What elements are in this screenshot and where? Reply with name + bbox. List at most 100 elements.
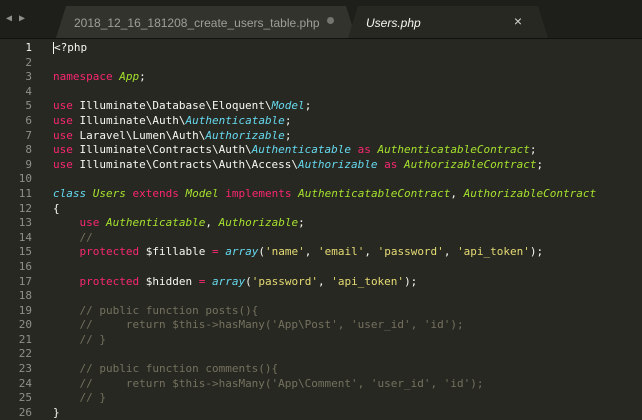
forward-arrow-icon[interactable]: ▶ <box>19 13 25 24</box>
code-token: protected <box>79 245 140 259</box>
code-text: // return $this->hasMany('App\Post', 'us… <box>53 318 464 333</box>
line-number: 10 <box>18 172 32 186</box>
code-token: use <box>53 128 73 142</box>
line-number: 3 <box>25 70 32 84</box>
code-token: as <box>357 143 371 157</box>
tab-users-php[interactable]: Users.php × <box>348 6 548 38</box>
line-number: 25 <box>18 391 32 405</box>
code-line[interactable]: 1 <?php <box>0 41 640 56</box>
line-number: 21 <box>18 332 32 346</box>
line-number: 16 <box>18 259 32 273</box>
code-token: { <box>53 201 60 215</box>
code-line[interactable]: 24 // return $this->hasMany('App\Comment… <box>0 377 640 392</box>
code-line[interactable]: 16 <box>0 260 640 275</box>
code-token: ); <box>404 274 418 288</box>
code-line[interactable]: 13 use Authenticatable, Authorizable; <box>0 216 640 231</box>
close-icon[interactable]: × <box>514 13 522 29</box>
code-token: use <box>53 157 73 171</box>
code-token: namespace <box>53 70 113 84</box>
code-token: , <box>317 274 332 288</box>
code-token: Authenticatable <box>106 216 206 230</box>
code-token: array <box>211 274 246 288</box>
line-number: 9 <box>25 157 32 171</box>
code-token: , <box>443 245 458 259</box>
code-line[interactable]: 21 // } <box>0 333 640 348</box>
code-line[interactable]: 23 // public function comments(){ <box>0 362 640 377</box>
code-text: use Illuminate\Database\Eloquent\Model; <box>53 99 311 114</box>
code-token: Model <box>185 186 219 200</box>
line-number: 11 <box>18 186 32 200</box>
code-line[interactable]: 3 namespace App; <box>0 70 640 85</box>
code-token: $fillable <box>139 245 212 259</box>
code-text: use Laravel\Lumen\Auth\Authorizable; <box>53 129 291 144</box>
tab-label: 2018_12_16_181208_create_users_table.php <box>74 16 320 30</box>
code-line[interactable]: 25 // } <box>0 391 640 406</box>
code-token: , <box>205 216 219 230</box>
code-line[interactable]: 5 use Illuminate\Database\Eloquent\Model; <box>0 99 640 114</box>
tab-create-users-table[interactable]: 2018_12_16_181208_create_users_table.php <box>56 6 356 38</box>
code-line[interactable]: 7 use Laravel\Lumen\Auth\Authorizable; <box>0 129 640 144</box>
code-token: AuthorizableContract <box>463 186 597 200</box>
line-number: 17 <box>18 274 32 288</box>
code-token: } <box>53 405 60 419</box>
code-token: Authenticatable <box>185 113 285 127</box>
code-token: class <box>53 186 87 200</box>
line-number: 15 <box>18 245 32 259</box>
code-line[interactable]: 6 use Illuminate\Auth\Authenticatable; <box>0 114 640 129</box>
line-number: 6 <box>25 113 32 127</box>
code-token: 'email' <box>317 245 365 259</box>
code-line[interactable]: 2 <box>0 56 640 71</box>
code-token: // public function comments(){ <box>79 362 279 376</box>
code-token: use <box>79 216 100 230</box>
code-token: Authorizable <box>218 216 299 230</box>
code-token: AuthorizableContract <box>404 157 537 171</box>
code-line[interactable]: 11 class Users extends Model implements A… <box>0 187 640 202</box>
line-number: 20 <box>18 318 32 332</box>
code-token: Authenticatable <box>251 143 352 157</box>
code-line[interactable]: 17 protected $hidden = array('password',… <box>0 275 640 290</box>
code-text: protected $hidden = array('password', 'a… <box>53 274 418 290</box>
code-token: Illuminate\Database\Eloquent\ <box>72 99 272 113</box>
code-line[interactable]: 10 <box>0 172 640 187</box>
code-text: class Users extends Model implements Aut… <box>53 187 596 202</box>
code-token: Authorizable <box>205 128 285 142</box>
line-number: 12 <box>18 201 32 215</box>
code-line[interactable]: 22 <box>0 347 640 362</box>
unsaved-dot-icon[interactable] <box>327 17 334 24</box>
code-line[interactable]: 14 // <box>0 231 640 246</box>
code-line[interactable]: 26} <box>0 406 640 420</box>
code-line[interactable]: 4 <box>0 85 640 100</box>
code-token: 'name' <box>264 245 305 259</box>
line-number: 4 <box>25 84 32 98</box>
code-token: as <box>384 157 398 171</box>
code-line[interactable]: 8 use Illuminate\Contracts\Auth\Authentic… <box>0 143 640 158</box>
code-text: use Illuminate\Contracts\Auth\Access\Aut… <box>53 158 543 173</box>
code-token: Authorizable <box>298 157 378 171</box>
code-line[interactable]: 18 <box>0 289 640 304</box>
code-line[interactable]: 20 // return $this->hasMany('App\Post', … <box>0 318 640 333</box>
code-token: 'password' <box>377 245 444 259</box>
line-number: 26 <box>18 405 32 419</box>
code-token: ; <box>284 128 292 142</box>
code-line[interactable]: 12 { <box>0 202 640 217</box>
code-token: , <box>304 245 318 259</box>
code-editor[interactable]: 1 <?php 2 3 namespace App; 4 5 use Illuminate\D… <box>0 39 642 420</box>
code-text: // <box>53 231 93 246</box>
back-arrow-icon[interactable]: ◀ <box>6 13 12 24</box>
code-token: use <box>53 99 73 113</box>
code-token: extends <box>132 186 179 200</box>
code-token: // <box>79 230 93 244</box>
code-line[interactable]: 15 protected $fillable = array('name', '… <box>0 245 640 260</box>
code-line[interactable]: 19 // public function posts(){ <box>0 304 640 319</box>
code-line[interactable]: 9 use Illuminate\Contracts\Auth\Access\Au… <box>0 158 640 173</box>
code-token: // public function posts(){ <box>79 303 259 317</box>
